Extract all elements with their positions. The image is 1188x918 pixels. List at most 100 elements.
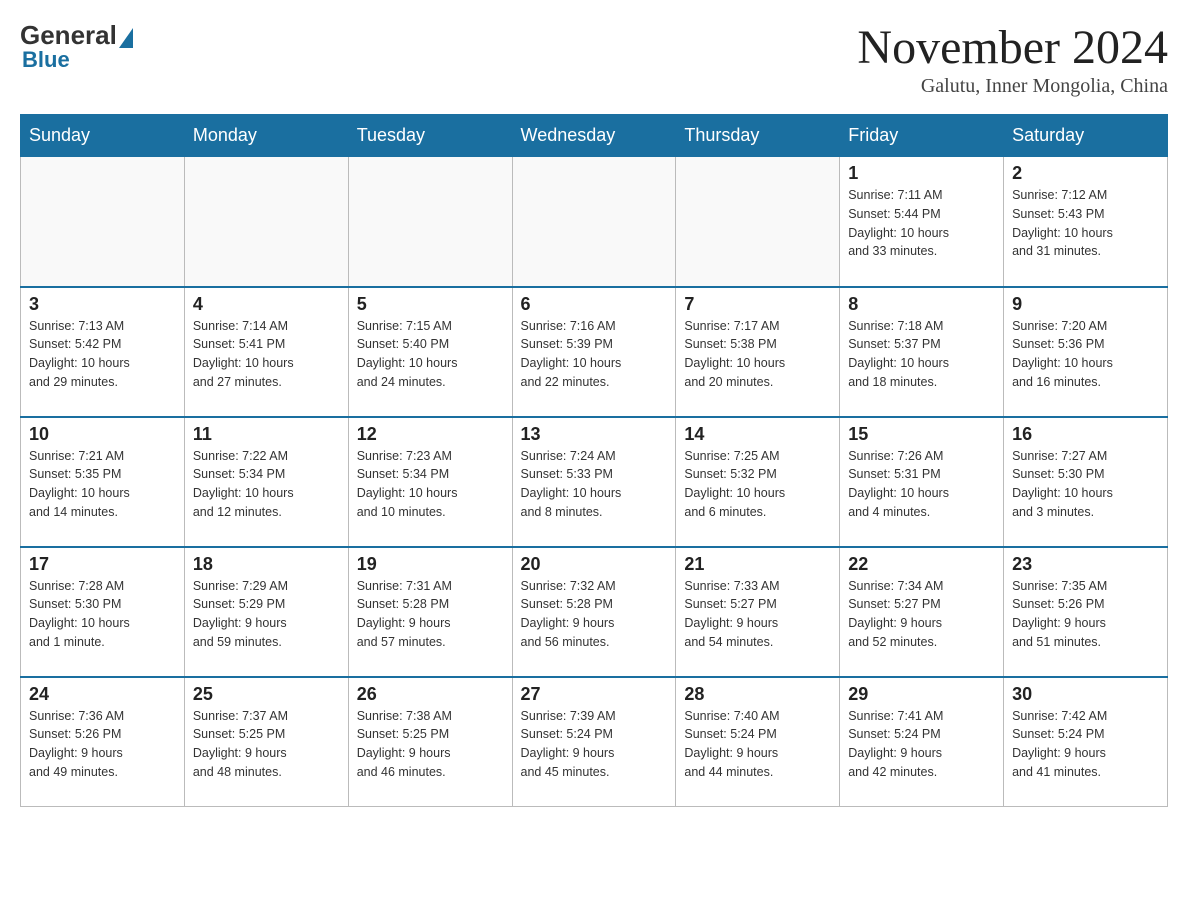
day-number: 19 — [357, 554, 504, 575]
calendar-week-row: 3Sunrise: 7:13 AM Sunset: 5:42 PM Daylig… — [21, 287, 1168, 417]
table-row: 21Sunrise: 7:33 AM Sunset: 5:27 PM Dayli… — [676, 547, 840, 677]
day-number: 7 — [684, 294, 831, 315]
day-info: Sunrise: 7:28 AM Sunset: 5:30 PM Dayligh… — [29, 577, 176, 652]
day-number: 6 — [521, 294, 668, 315]
calendar-header-row: Sunday Monday Tuesday Wednesday Thursday… — [21, 115, 1168, 157]
col-wednesday: Wednesday — [512, 115, 676, 157]
table-row: 26Sunrise: 7:38 AM Sunset: 5:25 PM Dayli… — [348, 677, 512, 807]
day-number: 15 — [848, 424, 995, 445]
day-number: 12 — [357, 424, 504, 445]
day-info: Sunrise: 7:21 AM Sunset: 5:35 PM Dayligh… — [29, 447, 176, 522]
day-info: Sunrise: 7:17 AM Sunset: 5:38 PM Dayligh… — [684, 317, 831, 392]
day-number: 3 — [29, 294, 176, 315]
day-number: 2 — [1012, 163, 1159, 184]
table-row: 4Sunrise: 7:14 AM Sunset: 5:41 PM Daylig… — [184, 287, 348, 417]
table-row: 12Sunrise: 7:23 AM Sunset: 5:34 PM Dayli… — [348, 417, 512, 547]
table-row: 17Sunrise: 7:28 AM Sunset: 5:30 PM Dayli… — [21, 547, 185, 677]
location-text: Galutu, Inner Mongolia, China — [857, 75, 1168, 98]
table-row: 13Sunrise: 7:24 AM Sunset: 5:33 PM Dayli… — [512, 417, 676, 547]
day-info: Sunrise: 7:14 AM Sunset: 5:41 PM Dayligh… — [193, 317, 340, 392]
day-number: 4 — [193, 294, 340, 315]
day-info: Sunrise: 7:16 AM Sunset: 5:39 PM Dayligh… — [521, 317, 668, 392]
page-header: General Blue November 2024 Galutu, Inner… — [20, 20, 1168, 98]
table-row: 3Sunrise: 7:13 AM Sunset: 5:42 PM Daylig… — [21, 287, 185, 417]
table-row — [348, 157, 512, 287]
col-tuesday: Tuesday — [348, 115, 512, 157]
day-info: Sunrise: 7:24 AM Sunset: 5:33 PM Dayligh… — [521, 447, 668, 522]
table-row: 2Sunrise: 7:12 AM Sunset: 5:43 PM Daylig… — [1004, 157, 1168, 287]
day-info: Sunrise: 7:40 AM Sunset: 5:24 PM Dayligh… — [684, 707, 831, 782]
day-info: Sunrise: 7:37 AM Sunset: 5:25 PM Dayligh… — [193, 707, 340, 782]
day-info: Sunrise: 7:41 AM Sunset: 5:24 PM Dayligh… — [848, 707, 995, 782]
table-row: 1Sunrise: 7:11 AM Sunset: 5:44 PM Daylig… — [840, 157, 1004, 287]
day-info: Sunrise: 7:42 AM Sunset: 5:24 PM Dayligh… — [1012, 707, 1159, 782]
day-number: 9 — [1012, 294, 1159, 315]
month-title: November 2024 — [857, 20, 1168, 75]
day-number: 25 — [193, 684, 340, 705]
day-info: Sunrise: 7:34 AM Sunset: 5:27 PM Dayligh… — [848, 577, 995, 652]
title-section: November 2024 Galutu, Inner Mongolia, Ch… — [857, 20, 1168, 98]
table-row: 28Sunrise: 7:40 AM Sunset: 5:24 PM Dayli… — [676, 677, 840, 807]
day-info: Sunrise: 7:39 AM Sunset: 5:24 PM Dayligh… — [521, 707, 668, 782]
day-number: 22 — [848, 554, 995, 575]
day-number: 30 — [1012, 684, 1159, 705]
table-row: 7Sunrise: 7:17 AM Sunset: 5:38 PM Daylig… — [676, 287, 840, 417]
day-number: 17 — [29, 554, 176, 575]
day-info: Sunrise: 7:26 AM Sunset: 5:31 PM Dayligh… — [848, 447, 995, 522]
day-number: 24 — [29, 684, 176, 705]
day-info: Sunrise: 7:23 AM Sunset: 5:34 PM Dayligh… — [357, 447, 504, 522]
calendar-week-row: 24Sunrise: 7:36 AM Sunset: 5:26 PM Dayli… — [21, 677, 1168, 807]
day-number: 27 — [521, 684, 668, 705]
day-info: Sunrise: 7:15 AM Sunset: 5:40 PM Dayligh… — [357, 317, 504, 392]
table-row: 22Sunrise: 7:34 AM Sunset: 5:27 PM Dayli… — [840, 547, 1004, 677]
day-number: 11 — [193, 424, 340, 445]
table-row — [512, 157, 676, 287]
day-number: 18 — [193, 554, 340, 575]
day-info: Sunrise: 7:32 AM Sunset: 5:28 PM Dayligh… — [521, 577, 668, 652]
col-monday: Monday — [184, 115, 348, 157]
day-number: 8 — [848, 294, 995, 315]
day-info: Sunrise: 7:13 AM Sunset: 5:42 PM Dayligh… — [29, 317, 176, 392]
day-number: 28 — [684, 684, 831, 705]
col-saturday: Saturday — [1004, 115, 1168, 157]
day-number: 5 — [357, 294, 504, 315]
day-number: 21 — [684, 554, 831, 575]
day-info: Sunrise: 7:18 AM Sunset: 5:37 PM Dayligh… — [848, 317, 995, 392]
col-friday: Friday — [840, 115, 1004, 157]
calendar-week-row: 1Sunrise: 7:11 AM Sunset: 5:44 PM Daylig… — [21, 157, 1168, 287]
table-row: 29Sunrise: 7:41 AM Sunset: 5:24 PM Dayli… — [840, 677, 1004, 807]
day-number: 10 — [29, 424, 176, 445]
day-number: 1 — [848, 163, 995, 184]
day-number: 16 — [1012, 424, 1159, 445]
table-row: 9Sunrise: 7:20 AM Sunset: 5:36 PM Daylig… — [1004, 287, 1168, 417]
table-row: 25Sunrise: 7:37 AM Sunset: 5:25 PM Dayli… — [184, 677, 348, 807]
day-info: Sunrise: 7:27 AM Sunset: 5:30 PM Dayligh… — [1012, 447, 1159, 522]
day-info: Sunrise: 7:29 AM Sunset: 5:29 PM Dayligh… — [193, 577, 340, 652]
col-sunday: Sunday — [21, 115, 185, 157]
day-number: 14 — [684, 424, 831, 445]
table-row: 20Sunrise: 7:32 AM Sunset: 5:28 PM Dayli… — [512, 547, 676, 677]
table-row: 27Sunrise: 7:39 AM Sunset: 5:24 PM Dayli… — [512, 677, 676, 807]
table-row: 30Sunrise: 7:42 AM Sunset: 5:24 PM Dayli… — [1004, 677, 1168, 807]
day-info: Sunrise: 7:20 AM Sunset: 5:36 PM Dayligh… — [1012, 317, 1159, 392]
day-number: 23 — [1012, 554, 1159, 575]
day-info: Sunrise: 7:33 AM Sunset: 5:27 PM Dayligh… — [684, 577, 831, 652]
table-row: 11Sunrise: 7:22 AM Sunset: 5:34 PM Dayli… — [184, 417, 348, 547]
table-row: 14Sunrise: 7:25 AM Sunset: 5:32 PM Dayli… — [676, 417, 840, 547]
logo-blue-text: Blue — [22, 47, 70, 73]
day-info: Sunrise: 7:22 AM Sunset: 5:34 PM Dayligh… — [193, 447, 340, 522]
day-info: Sunrise: 7:31 AM Sunset: 5:28 PM Dayligh… — [357, 577, 504, 652]
calendar-table: Sunday Monday Tuesday Wednesday Thursday… — [20, 114, 1168, 807]
table-row: 15Sunrise: 7:26 AM Sunset: 5:31 PM Dayli… — [840, 417, 1004, 547]
day-number: 20 — [521, 554, 668, 575]
table-row: 5Sunrise: 7:15 AM Sunset: 5:40 PM Daylig… — [348, 287, 512, 417]
table-row: 19Sunrise: 7:31 AM Sunset: 5:28 PM Dayli… — [348, 547, 512, 677]
logo-triangle-icon — [119, 28, 133, 48]
calendar-week-row: 10Sunrise: 7:21 AM Sunset: 5:35 PM Dayli… — [21, 417, 1168, 547]
day-info: Sunrise: 7:36 AM Sunset: 5:26 PM Dayligh… — [29, 707, 176, 782]
day-info: Sunrise: 7:12 AM Sunset: 5:43 PM Dayligh… — [1012, 186, 1159, 261]
table-row — [676, 157, 840, 287]
table-row: 8Sunrise: 7:18 AM Sunset: 5:37 PM Daylig… — [840, 287, 1004, 417]
table-row: 10Sunrise: 7:21 AM Sunset: 5:35 PM Dayli… — [21, 417, 185, 547]
table-row — [21, 157, 185, 287]
